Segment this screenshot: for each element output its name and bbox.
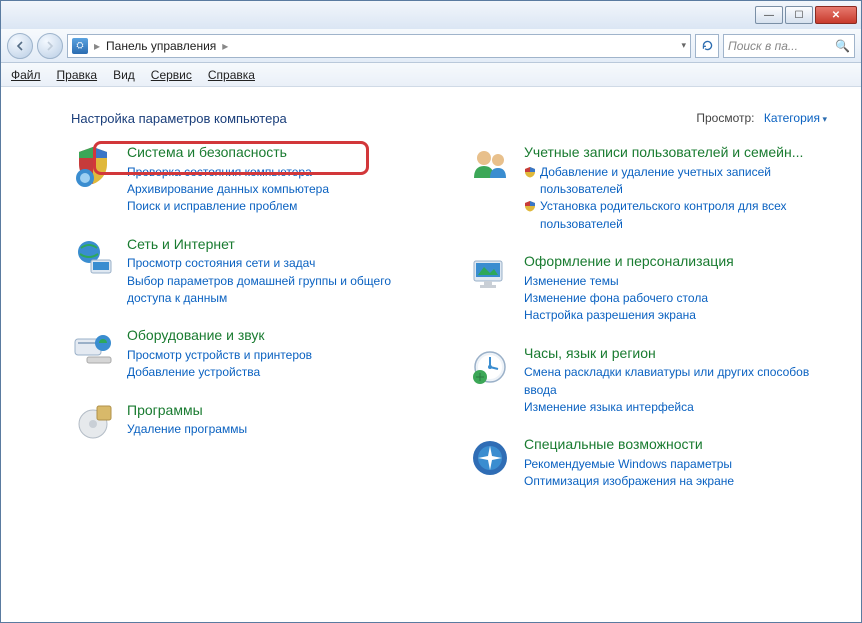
window-titlebar: — ☐ ✕ bbox=[1, 1, 861, 29]
category-programs: Программы Удаление программы bbox=[71, 402, 434, 446]
category-link[interactable]: Изменение темы bbox=[524, 273, 831, 290]
view-by-row: Просмотр: Категория bbox=[696, 111, 827, 125]
category-link[interactable]: Добавление и удаление учетных записей по… bbox=[524, 164, 831, 199]
category-system-security: Система и безопасность Проверка состояни… bbox=[71, 144, 434, 216]
category-clock-language: Часы, язык и регион Смена раскладки клав… bbox=[468, 345, 831, 417]
category-network: Сеть и Интернет Просмотр состояния сети … bbox=[71, 236, 434, 308]
maximize-button[interactable]: ☐ bbox=[785, 6, 813, 24]
shield-icon bbox=[524, 200, 536, 212]
programs-icon bbox=[71, 402, 115, 446]
control-panel-icon: ⛭ bbox=[72, 38, 88, 54]
category-link[interactable]: Просмотр устройств и принтеров bbox=[127, 347, 434, 364]
search-icon: 🔍 bbox=[835, 39, 850, 53]
back-button[interactable] bbox=[7, 33, 33, 59]
category-title[interactable]: Система и безопасность bbox=[127, 144, 434, 162]
shield-icon bbox=[524, 166, 536, 178]
category-link[interactable]: Изменение фона рабочего стола bbox=[524, 290, 831, 307]
breadcrumb-root[interactable]: Панель управления bbox=[106, 39, 216, 53]
category-ease-of-access: Специальные возможности Рекомендуемые Wi… bbox=[468, 436, 831, 490]
category-title[interactable]: Программы bbox=[127, 402, 434, 420]
category-link[interactable]: Рекомендуемые Windows параметры bbox=[524, 456, 831, 473]
hardware-icon bbox=[71, 327, 115, 371]
menu-tools[interactable]: Сервис bbox=[151, 68, 192, 82]
category-title[interactable]: Оборудование и звук bbox=[127, 327, 434, 345]
view-by-dropdown[interactable]: Категория bbox=[764, 111, 827, 125]
address-dropdown[interactable]: ▾ bbox=[681, 40, 686, 51]
category-link[interactable]: Смена раскладки клавиатуры или других сп… bbox=[524, 364, 831, 399]
category-link[interactable]: Удаление программы bbox=[127, 421, 434, 438]
category-hardware: Оборудование и звук Просмотр устройств и… bbox=[71, 327, 434, 381]
ease-of-access-icon bbox=[468, 436, 512, 480]
clock-icon bbox=[468, 345, 512, 389]
category-link[interactable]: Проверка состояния компьютера bbox=[127, 164, 434, 181]
refresh-button[interactable] bbox=[695, 34, 719, 58]
right-column: Учетные записи пользователей и семейн...… bbox=[468, 144, 831, 511]
appearance-icon bbox=[468, 253, 512, 297]
category-link[interactable]: Архивирование данных компьютера bbox=[127, 181, 434, 198]
category-link[interactable]: Оптимизация изображения на экране bbox=[524, 473, 831, 490]
refresh-icon bbox=[701, 39, 714, 52]
category-link[interactable]: Установка родительского контроля для все… bbox=[524, 198, 831, 233]
user-accounts-icon bbox=[468, 144, 512, 188]
category-columns: Система и безопасность Проверка состояни… bbox=[71, 144, 831, 511]
category-appearance: Оформление и персонализация Изменение те… bbox=[468, 253, 831, 325]
menu-help[interactable]: Справка bbox=[208, 68, 255, 82]
arrow-right-icon bbox=[45, 41, 55, 51]
breadcrumb-sep: ▸ bbox=[94, 39, 100, 53]
view-by-label: Просмотр: bbox=[696, 111, 754, 125]
menu-edit[interactable]: Правка bbox=[57, 68, 98, 82]
category-link[interactable]: Выбор параметров домашней группы и общег… bbox=[127, 273, 434, 308]
address-bar[interactable]: ⛭ ▸ Панель управления ▸ ▾ bbox=[67, 34, 691, 58]
category-title[interactable]: Сеть и Интернет bbox=[127, 236, 434, 254]
close-button[interactable]: ✕ bbox=[815, 6, 857, 24]
menu-bar: Файл Правка Вид Сервис Справка bbox=[1, 63, 861, 87]
category-title[interactable]: Специальные возможности bbox=[524, 436, 831, 454]
breadcrumb-sep: ▸ bbox=[222, 39, 228, 53]
search-input[interactable]: Поиск в па... 🔍 bbox=[723, 34, 855, 58]
content-area: Настройка параметров компьютера Просмотр… bbox=[1, 87, 861, 622]
search-placeholder: Поиск в па... bbox=[728, 39, 798, 53]
nav-bar: ⛭ ▸ Панель управления ▸ ▾ Поиск в па... … bbox=[1, 29, 861, 63]
category-link[interactable]: Просмотр состояния сети и задач bbox=[127, 255, 434, 272]
left-column: Система и безопасность Проверка состояни… bbox=[71, 144, 434, 511]
category-title[interactable]: Оформление и персонализация bbox=[524, 253, 831, 271]
forward-button[interactable] bbox=[37, 33, 63, 59]
menu-view[interactable]: Вид bbox=[113, 68, 135, 82]
network-icon bbox=[71, 236, 115, 280]
category-title[interactable]: Учетные записи пользователей и семейн... bbox=[524, 144, 831, 162]
category-user-accounts: Учетные записи пользователей и семейн...… bbox=[468, 144, 831, 233]
category-link[interactable]: Настройка разрешения экрана bbox=[524, 307, 831, 324]
category-link[interactable]: Изменение языка интерфейса bbox=[524, 399, 831, 416]
menu-file[interactable]: Файл bbox=[11, 68, 41, 82]
arrow-left-icon bbox=[15, 41, 25, 51]
category-title[interactable]: Часы, язык и регион bbox=[524, 345, 831, 363]
system-security-icon bbox=[71, 144, 115, 188]
minimize-button[interactable]: — bbox=[755, 6, 783, 24]
window: — ☐ ✕ ⛭ ▸ Панель управления ▸ ▾ Поиск в … bbox=[0, 0, 862, 623]
category-link[interactable]: Добавление устройства bbox=[127, 364, 434, 381]
category-link[interactable]: Поиск и исправление проблем bbox=[127, 198, 434, 215]
